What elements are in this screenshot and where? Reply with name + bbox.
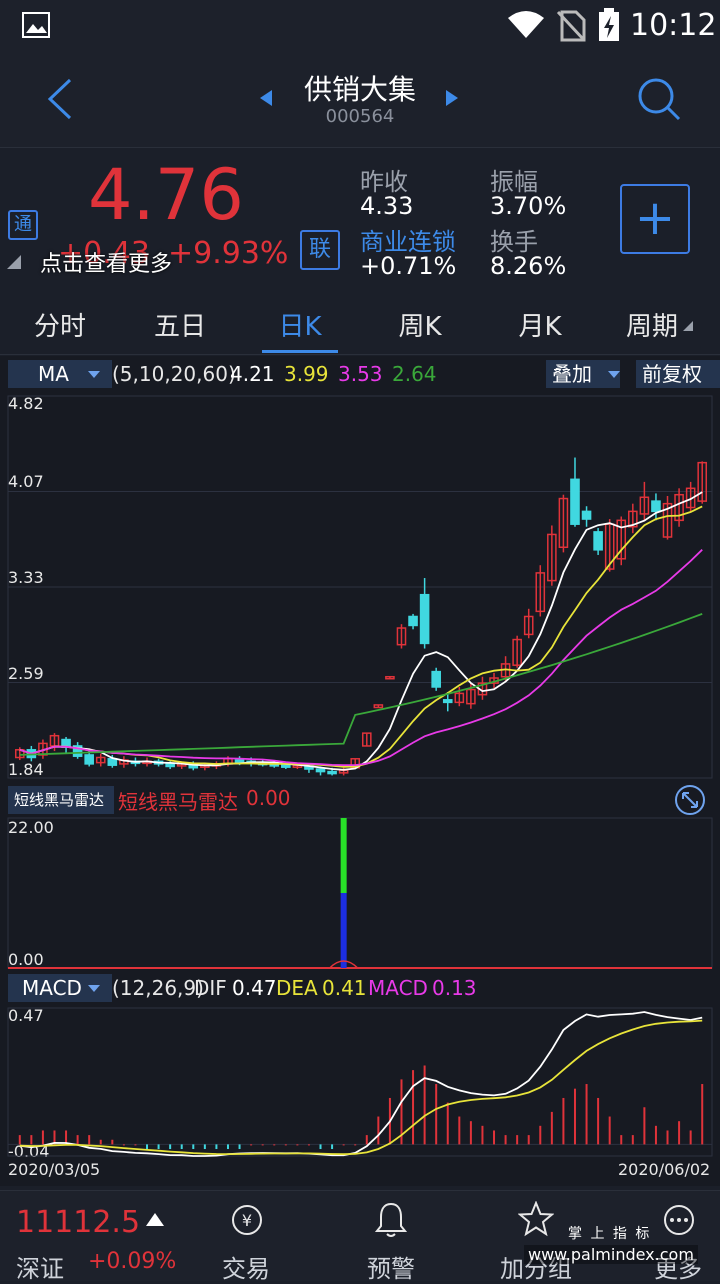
- candle-body: [84, 754, 94, 765]
- dea-line: [19, 1019, 703, 1156]
- candle-body: [315, 768, 326, 773]
- index-value[interactable]: 11112.5: [16, 1205, 140, 1240]
- candle-body: [165, 763, 175, 768]
- index-change: +0.09%: [88, 1249, 177, 1274]
- candle-body: [234, 759, 245, 763]
- radar-spike-blue: [340, 893, 347, 968]
- trade-icon[interactable]: ¥: [230, 1203, 264, 1237]
- search-icon[interactable]: [636, 76, 682, 122]
- tab-daily-k[interactable]: 日K: [250, 306, 350, 343]
- bottom-bar: 11112.5 深证 +0.09% ¥ 交易 预警 加分组 更多 掌 上 指 标…: [0, 1190, 720, 1284]
- status-time: 10:12: [630, 8, 717, 43]
- candle-body: [107, 758, 118, 766]
- active-tab-indicator: [262, 350, 338, 353]
- svg-text:¥: ¥: [242, 1211, 252, 1230]
- tab-five-day[interactable]: 五日: [130, 306, 230, 343]
- panel-frame: [7, 1007, 713, 1157]
- amplitude-value: 3.70%: [490, 192, 567, 220]
- up-arrow-icon: [146, 1213, 164, 1226]
- next-stock-icon[interactable]: [444, 88, 460, 108]
- quote-panel[interactable]: 4.76 通 +0.43 +9.93% 点击查看更多 联 昨收 4.33 商业连…: [0, 148, 720, 292]
- index-name: 深证: [16, 1255, 64, 1283]
- candle-body: [281, 764, 291, 768]
- add-watchlist-button[interactable]: +: [620, 184, 690, 254]
- tap-more-hint[interactable]: 点击查看更多: [40, 246, 172, 278]
- watermark-title: 掌 上 指 标: [568, 1226, 652, 1242]
- title-bar: 供销大集 000564: [0, 52, 720, 148]
- lian-badge[interactable]: 联: [300, 230, 340, 270]
- candle-body: [442, 699, 453, 704]
- period-dropdown-icon: [683, 321, 693, 331]
- nav-trade[interactable]: 交易: [186, 1249, 306, 1284]
- expand-corner-icon: [7, 255, 21, 269]
- panel-frame: [7, 817, 713, 969]
- nav-alert[interactable]: 预警: [331, 1249, 451, 1284]
- tab-intraday[interactable]: 分时: [10, 306, 110, 343]
- status-bar: 10:12: [0, 0, 720, 52]
- prev-close-value: 4.33: [360, 192, 414, 220]
- ma60-line: [19, 613, 703, 756]
- candle-body: [419, 593, 430, 645]
- candle-body: [570, 478, 580, 525]
- stock-name: 供销大集: [303, 73, 416, 106]
- price-change-pct: +9.93%: [168, 236, 289, 271]
- watermark-url: www.palmindex.com: [524, 1245, 698, 1264]
- tab-monthly-k[interactable]: 月K: [490, 306, 590, 343]
- dif-line: [19, 1011, 703, 1157]
- chart-area[interactable]: MA (5,10,20,60) 4.21 3.99 3.53 2.64 叠加 前…: [0, 356, 720, 1186]
- last-price: 4.76: [88, 154, 244, 236]
- period-tabs: 分时 五日 日K 周K 月K 周期: [0, 292, 720, 355]
- tab-weekly-k[interactable]: 周K: [370, 306, 470, 343]
- candle-body: [593, 531, 603, 551]
- ma20-line: [19, 549, 703, 767]
- candle-body: [581, 510, 592, 520]
- no-sim-icon: [556, 10, 586, 42]
- candle-body: [327, 770, 337, 775]
- radar-spike-green: [340, 818, 347, 893]
- more-icon[interactable]: [662, 1203, 696, 1237]
- candle-body: [408, 615, 418, 627]
- turnover-value: 8.26%: [490, 252, 567, 280]
- gallery-icon: [22, 12, 50, 38]
- sector-change: +0.71%: [360, 252, 457, 280]
- tong-badge: 通: [8, 210, 38, 240]
- candle-body: [651, 500, 661, 513]
- candle-body: [431, 670, 441, 688]
- kline-chart[interactable]: [0, 356, 720, 1186]
- wifi-icon: [508, 11, 544, 38]
- star-icon[interactable]: [518, 1201, 554, 1237]
- battery-charging-icon: [599, 8, 619, 41]
- stock-code: 000564: [325, 106, 395, 127]
- bell-icon[interactable]: [374, 1201, 408, 1239]
